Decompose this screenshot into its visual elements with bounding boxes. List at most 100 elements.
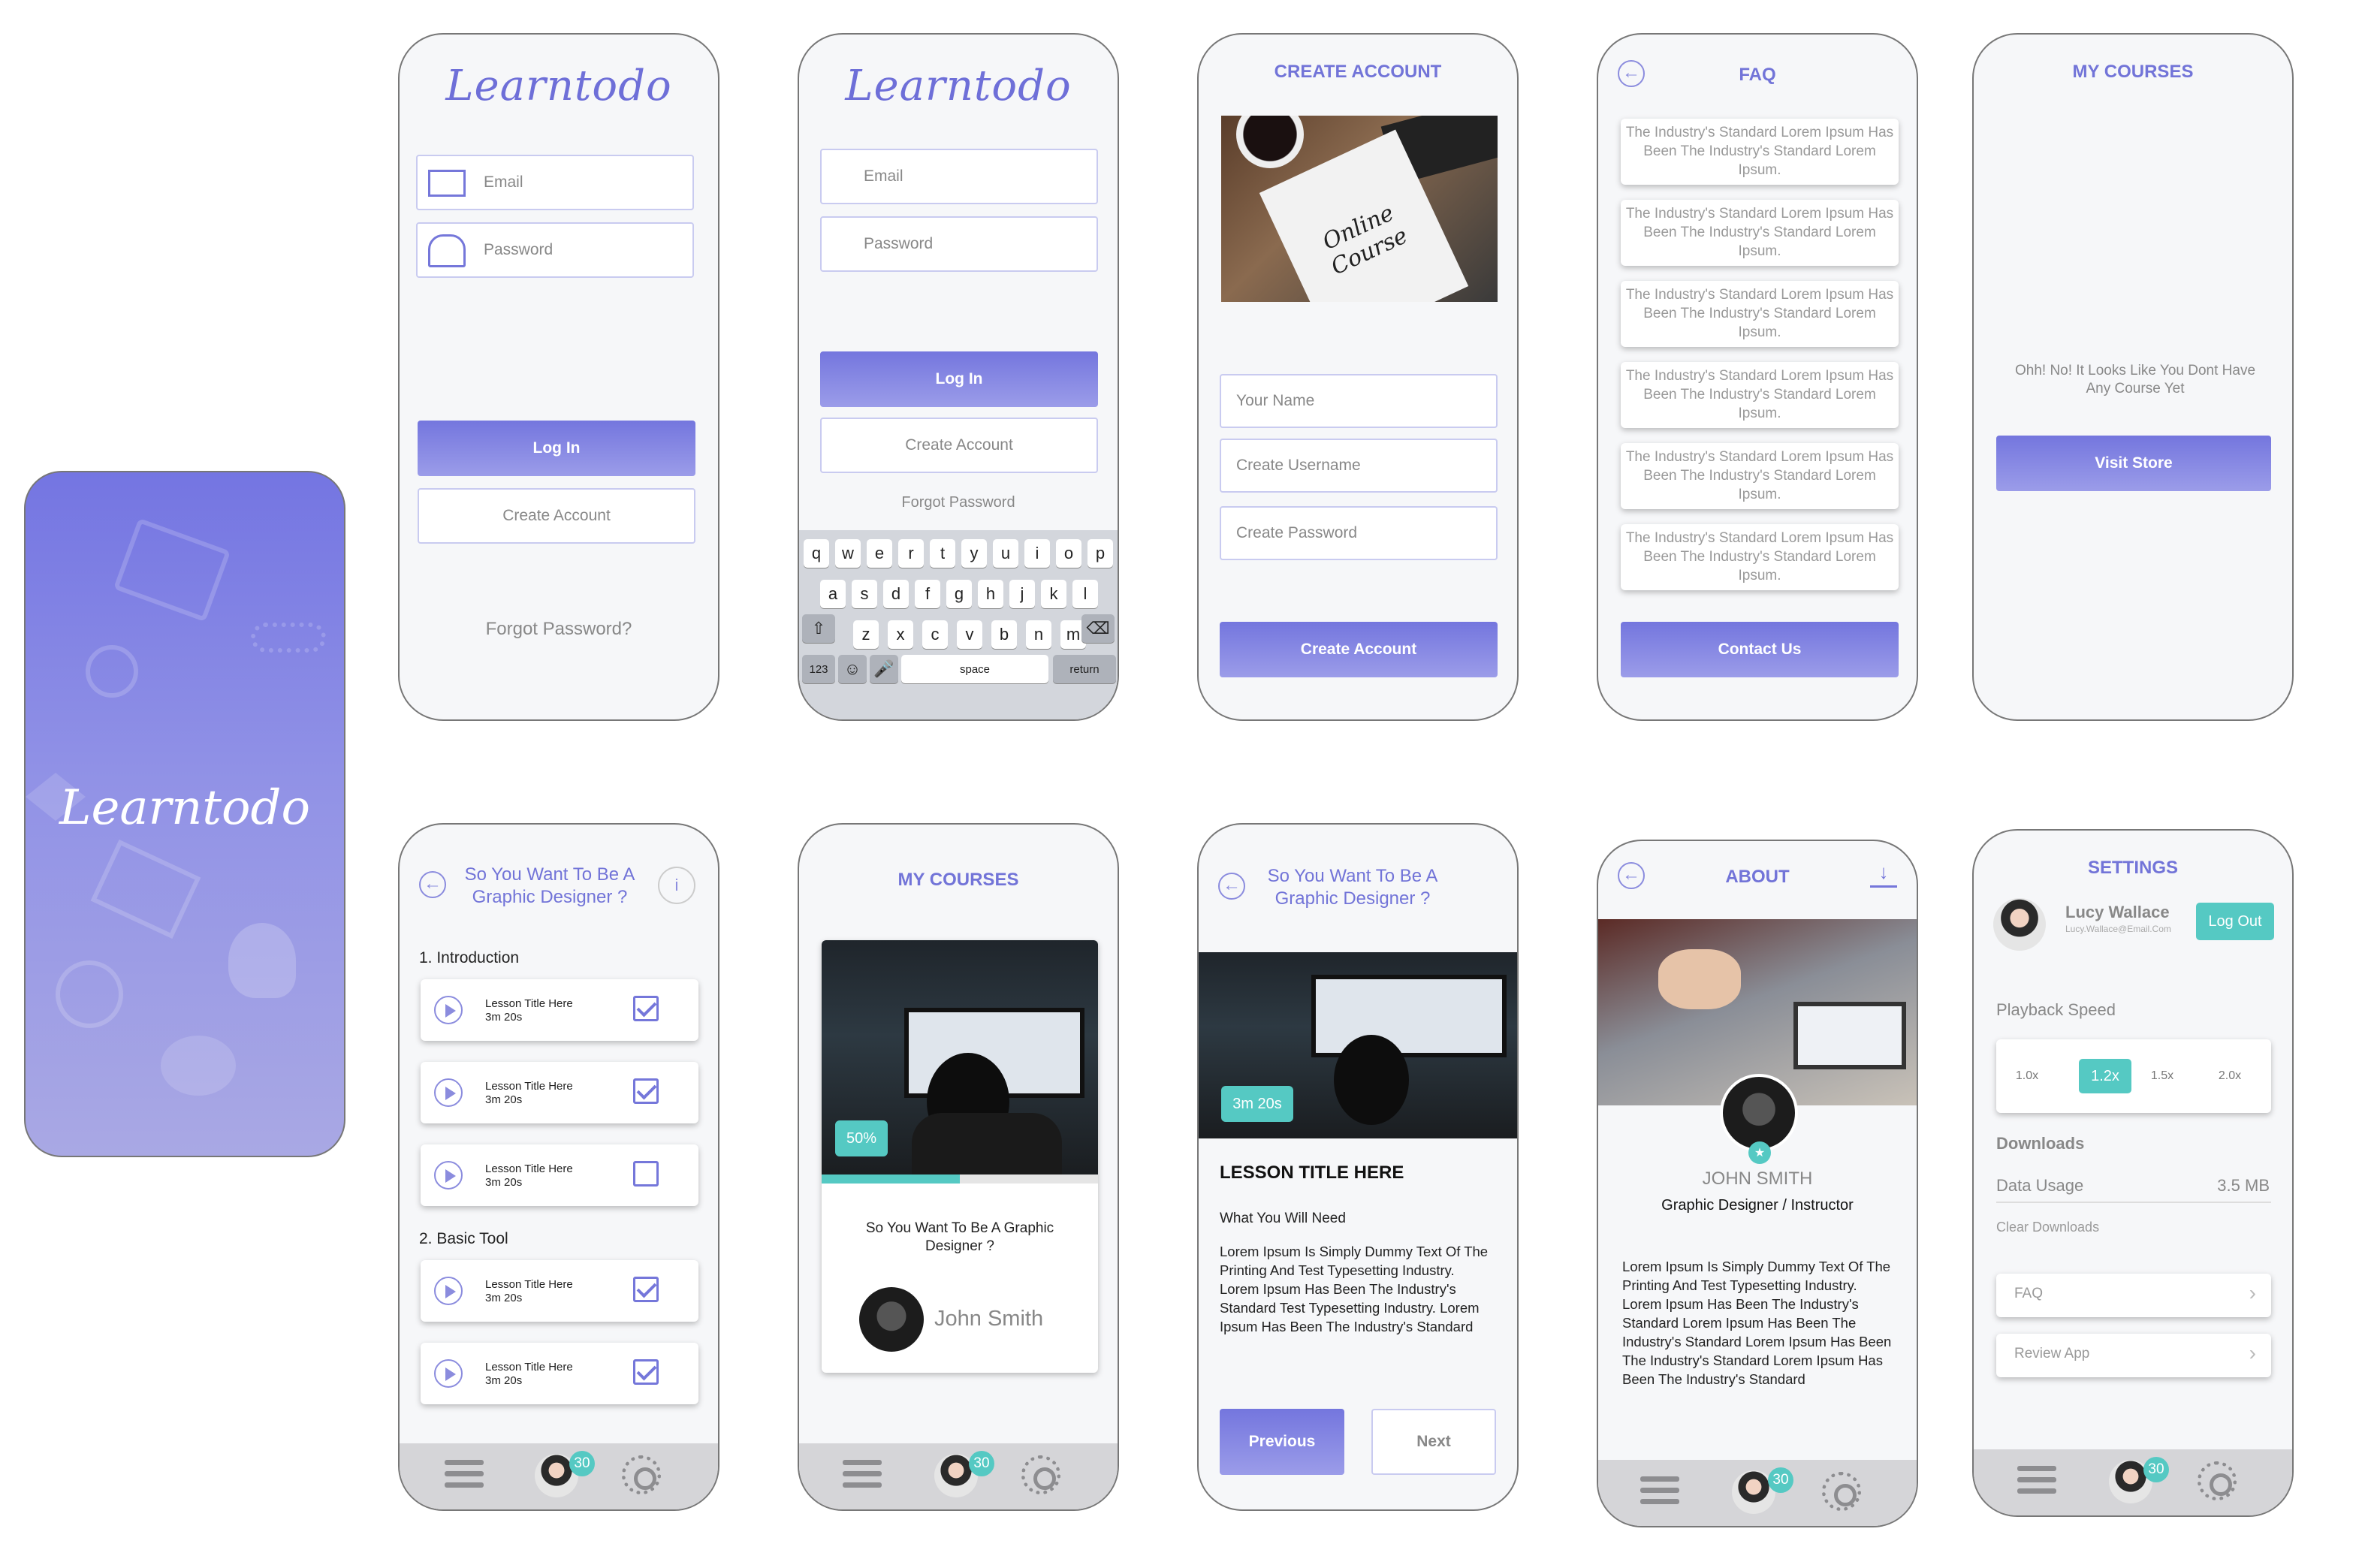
menu-icon[interactable] [843, 1460, 882, 1488]
key-w[interactable]: w [835, 539, 861, 568]
lesson-subheading: What You Will Need [1220, 1211, 1346, 1226]
password-field[interactable]: Password [820, 216, 1098, 272]
faq-item[interactable]: The Industry's Standard Lorem Ipsum Has … [1621, 443, 1899, 509]
download-icon[interactable]: ↓ [1870, 861, 1897, 888]
key-d[interactable]: d [883, 580, 909, 608]
faq-item[interactable]: The Industry's Standard Lorem Ipsum Has … [1621, 200, 1899, 266]
lesson-row[interactable]: Lesson Title Here 3m 20s [421, 1260, 698, 1322]
speed-option-1.0x[interactable]: 1.0x [2001, 1059, 2053, 1093]
lesson-row[interactable]: Lesson Title Here 3m 20s [421, 1062, 698, 1123]
about-body: Lorem Ipsum Is Simply Dummy Text Of The … [1622, 1259, 1892, 1387]
gear-icon[interactable] [2198, 1461, 2237, 1500]
gear-icon[interactable] [1021, 1455, 1060, 1494]
key-q[interactable]: q [804, 539, 829, 568]
back-arrow-icon[interactable]: ← [1218, 873, 1245, 900]
lesson-row[interactable]: Lesson Title Here 3m 20s [421, 979, 698, 1041]
faq-row[interactable]: FAQ › [1996, 1274, 2271, 1317]
visit-store-button[interactable]: Visit Store [1996, 436, 2271, 491]
key-t[interactable]: t [930, 539, 955, 568]
faq-item[interactable]: The Industry's Standard Lorem Ipsum Has … [1621, 281, 1899, 347]
checkbox-icon[interactable] [633, 1161, 659, 1187]
divider [1996, 1202, 2271, 1203]
login-button[interactable]: Log In [820, 351, 1098, 407]
key-r[interactable]: r [898, 539, 924, 568]
key-j[interactable]: j [1009, 580, 1035, 608]
head-idea-icon [228, 923, 296, 998]
create-account-button[interactable]: Create Account [820, 418, 1098, 473]
menu-icon[interactable] [445, 1460, 484, 1488]
key-a[interactable]: a [820, 580, 846, 608]
name-field[interactable]: Your Name [1220, 374, 1498, 428]
checkbox-icon[interactable] [633, 1359, 659, 1385]
email-field[interactable]: Email [820, 149, 1098, 204]
checkbox-icon[interactable] [633, 1078, 659, 1104]
logout-button[interactable]: Log Out [2196, 903, 2274, 940]
play-icon[interactable] [434, 1078, 463, 1107]
return-key[interactable]: return [1053, 655, 1116, 683]
contact-us-button[interactable]: Contact Us [1621, 622, 1899, 677]
speed-option-1.2x[interactable]: 1.2x [2079, 1059, 2131, 1093]
key-k[interactable]: k [1041, 580, 1066, 608]
forgot-password-link[interactable]: Forgot Password [799, 494, 1118, 511]
key-u[interactable]: u [993, 539, 1018, 568]
course-card[interactable]: 50% So You Want To Be A Graphic Designer… [822, 940, 1098, 1373]
play-icon[interactable] [434, 1161, 463, 1190]
create-account-button[interactable]: Create Account [1220, 622, 1498, 677]
menu-icon[interactable] [2017, 1466, 2056, 1494]
play-icon[interactable] [434, 1359, 463, 1388]
emoji-key[interactable]: ☺ [838, 655, 867, 683]
tab-bar: 30 [799, 1443, 1118, 1509]
space-key[interactable]: space [901, 655, 1048, 683]
lesson-video[interactable]: 3m 20s [1199, 952, 1517, 1138]
key-o[interactable]: o [1056, 539, 1081, 568]
numbers-key[interactable]: 123 [802, 655, 835, 683]
play-icon[interactable] [434, 996, 463, 1024]
gear-icon[interactable] [622, 1455, 661, 1494]
lesson-row[interactable]: Lesson Title Here 3m 20s [421, 1144, 698, 1206]
create-account-button[interactable]: Create Account [418, 488, 695, 544]
next-button[interactable]: Next [1371, 1409, 1496, 1475]
clear-downloads-link[interactable]: Clear Downloads [1996, 1220, 2099, 1235]
key-g[interactable]: g [946, 580, 972, 608]
shift-key[interactable]: ⇧ [802, 614, 835, 643]
key-b[interactable]: b [991, 620, 1017, 649]
key-h[interactable]: h [978, 580, 1003, 608]
key-z[interactable]: z [853, 620, 879, 649]
menu-icon[interactable] [1640, 1476, 1679, 1505]
backspace-key[interactable]: ⌫ [1081, 614, 1115, 643]
key-c[interactable]: c [922, 620, 948, 649]
previous-button[interactable]: Previous [1220, 1409, 1344, 1475]
login-button[interactable]: Log In [418, 421, 695, 476]
checkbox-icon[interactable] [633, 996, 659, 1021]
gear-icon[interactable] [1822, 1472, 1861, 1511]
key-y[interactable]: y [961, 539, 987, 568]
data-usage-label: Data Usage [1996, 1176, 2084, 1195]
faq-item[interactable]: The Industry's Standard Lorem Ipsum Has … [1621, 524, 1899, 590]
key-i[interactable]: i [1024, 539, 1050, 568]
key-l[interactable]: l [1072, 580, 1098, 608]
key-e[interactable]: e [867, 539, 892, 568]
faq-item[interactable]: The Industry's Standard Lorem Ipsum Has … [1621, 362, 1899, 428]
create-password-field[interactable]: Create Password [1220, 506, 1498, 560]
checkbox-icon[interactable] [633, 1277, 659, 1302]
password-field[interactable]: Password [416, 222, 694, 278]
username-field[interactable]: Create Username [1220, 439, 1498, 493]
info-icon[interactable]: i [658, 867, 695, 904]
speed-option-2.0x[interactable]: 2.0x [2204, 1059, 2256, 1093]
lesson-heading: LESSON TITLE HERE [1220, 1162, 1404, 1183]
lesson-row[interactable]: Lesson Title Here 3m 20s [421, 1343, 698, 1404]
mic-key[interactable]: 🎤 [870, 655, 898, 683]
key-f[interactable]: f [915, 580, 940, 608]
key-v[interactable]: v [957, 620, 982, 649]
key-p[interactable]: p [1087, 539, 1113, 568]
faq-item[interactable]: The Industry's Standard Lorem Ipsum Has … [1621, 119, 1899, 185]
back-arrow-icon[interactable]: ← [419, 871, 446, 898]
key-x[interactable]: x [888, 620, 913, 649]
play-icon[interactable] [434, 1277, 463, 1305]
key-n[interactable]: n [1026, 620, 1051, 649]
review-app-row[interactable]: Review App › [1996, 1334, 2271, 1377]
email-field[interactable]: Email [416, 155, 694, 210]
speed-option-1.5x[interactable]: 1.5x [2136, 1059, 2189, 1093]
forgot-password-link[interactable]: Forgot Password? [400, 619, 718, 640]
key-s[interactable]: s [852, 580, 877, 608]
